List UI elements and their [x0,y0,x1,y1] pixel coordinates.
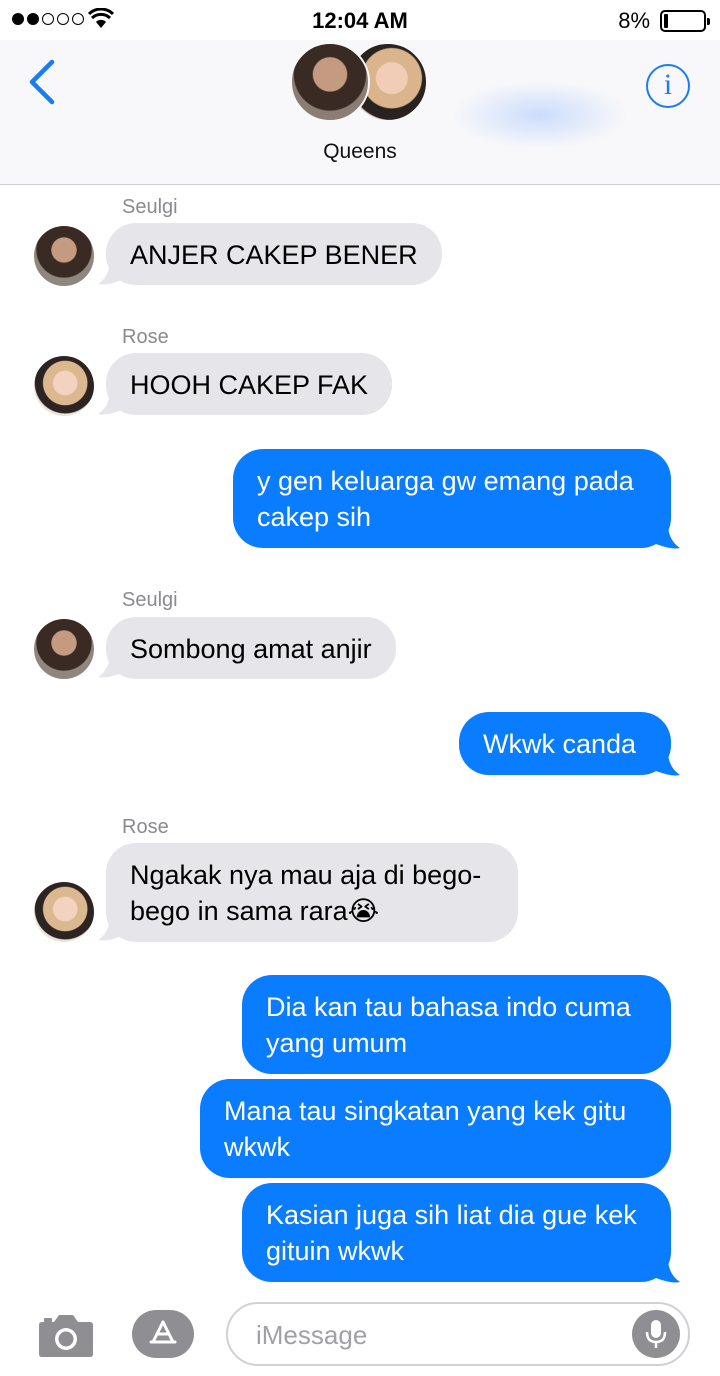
message-bubble-outgoing[interactable]: Dia kan tau bahasa indo cuma yang umum [242,975,671,1074]
sender-name: Seulgi [122,196,178,218]
group-name[interactable]: Queens [0,140,720,164]
battery-icon [660,10,710,32]
avatar-rose[interactable] [34,882,94,942]
message-bubble-outgoing[interactable]: Mana tau singkatan yang kek gitu wkwk [200,1079,671,1178]
microphone-icon[interactable] [632,1310,680,1358]
composer-bar: iMessage [0,1296,720,1376]
avatar-seulgi[interactable] [34,619,94,679]
app-store-icon[interactable] [132,1310,194,1358]
info-icon[interactable]: i [646,64,690,108]
message-input-placeholder: iMessage [256,1320,368,1350]
status-time: 12:04 AM [312,8,408,33]
avatar-seulgi[interactable] [34,226,94,286]
message-bubble-outgoing[interactable]: Kasian juga sih liat dia gue kek gituin … [242,1183,671,1282]
camera-icon[interactable] [38,1312,94,1358]
sender-name: Rose [122,816,169,838]
message-bubble-incoming[interactable]: ANJER CAKEP BENER [106,223,442,285]
status-bar: 12:04 AM 8% [0,0,720,40]
avatar-rose[interactable] [34,356,94,416]
sender-name: Seulgi [122,589,178,611]
conversation-header: Queens i [0,40,720,185]
message-bubble-incoming[interactable]: HOOH CAKEP FAK [106,353,393,415]
message-bubble-outgoing[interactable]: Wkwk canda [459,712,671,775]
message-bubble-outgoing[interactable]: y gen keluarga gw emang pada cakep sih [233,449,671,548]
group-avatar[interactable] [290,42,440,122]
battery-percent: 8% [618,8,650,33]
sender-name: Rose [122,326,169,348]
chevron-left-icon[interactable] [24,58,60,108]
message-input[interactable]: iMessage [226,1302,690,1366]
message-bubble-incoming[interactable]: Sombong amat anjir [106,617,396,679]
message-bubble-incoming[interactable]: Ngakak nya mau aja di bego-bego in sama … [106,843,518,942]
avatar-seulgi [290,42,370,122]
